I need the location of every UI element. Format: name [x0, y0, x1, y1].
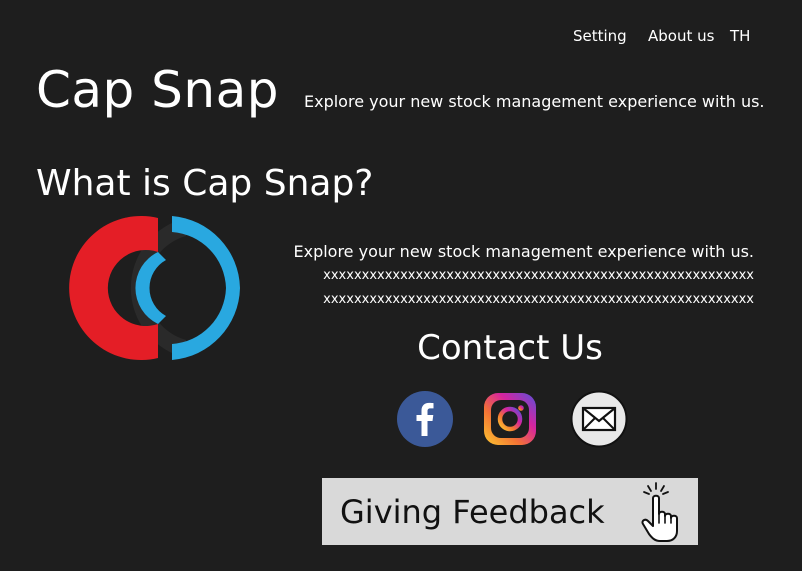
nav-about-us[interactable]: About us: [648, 27, 714, 45]
hand-pointer-icon: [641, 482, 678, 542]
feedback-label: Giving Feedback: [340, 492, 605, 531]
about-line-3: xxxxxxxxxxxxxxxxxxxxxxxxxxxxxxxxxxxxxxxx…: [323, 292, 754, 307]
about-line-2: xxxxxxxxxxxxxxxxxxxxxxxxxxxxxxxxxxxxxxxx…: [323, 268, 754, 283]
about-line-1: Explore your new stock management experi…: [293, 242, 754, 261]
email-icon[interactable]: [570, 390, 628, 448]
instagram-icon[interactable]: [481, 390, 539, 448]
header-tagline: Explore your new stock management experi…: [304, 92, 765, 111]
about-heading: What is Cap Snap?: [36, 163, 374, 204]
nav-setting[interactable]: Setting: [573, 27, 627, 45]
giving-feedback-button[interactable]: Giving Feedback: [322, 478, 698, 545]
about-description: Explore your new stock management experi…: [274, 240, 754, 312]
language-toggle-th[interactable]: TH: [730, 27, 750, 45]
facebook-icon[interactable]: [396, 390, 454, 448]
contact-heading: Contact Us: [417, 328, 603, 368]
brand-title: Cap Snap: [36, 61, 279, 119]
